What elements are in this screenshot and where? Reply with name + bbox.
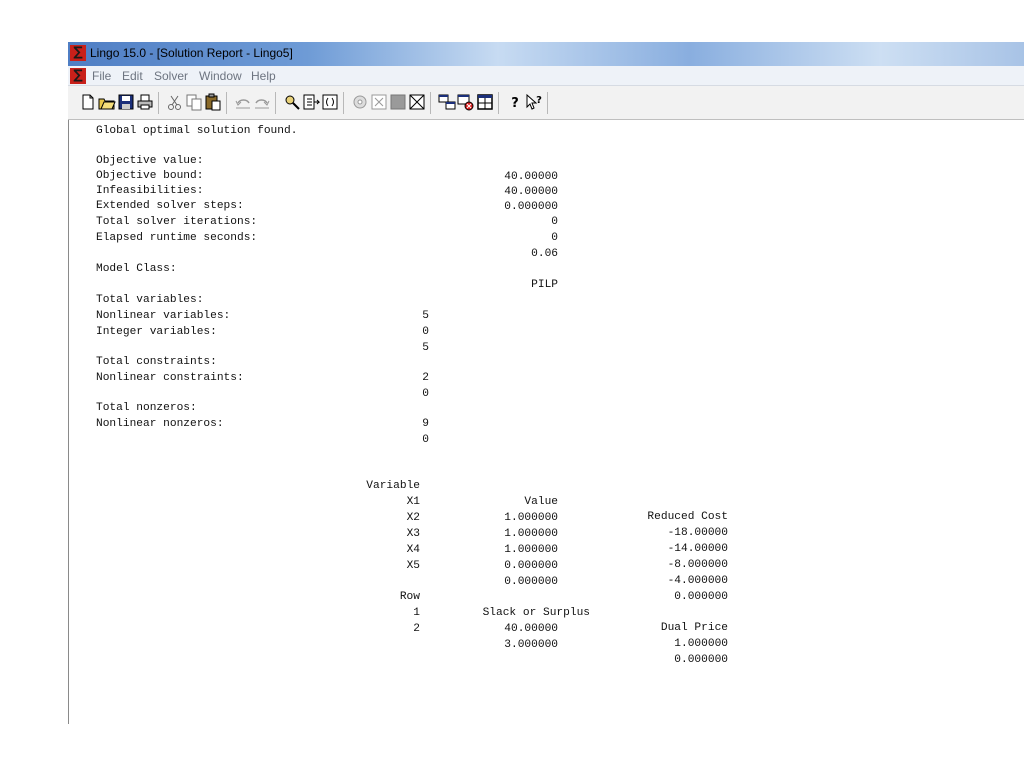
title-bar[interactable]: ∑ Lingo 15.0 - [Solution Report - Lingo5… (68, 42, 1024, 66)
svg-text:?: ? (536, 95, 542, 106)
svg-text:?: ? (511, 96, 519, 111)
model-class-label: Model Class: (96, 263, 177, 276)
undo-icon[interactable] (234, 93, 252, 111)
nonzeros-label: Nonlinear nonzeros: (96, 418, 224, 431)
save-icon[interactable] (117, 93, 135, 111)
toolbar-separator (498, 92, 499, 114)
nonzeros-row: Nonlinear nonzeros: 0 (96, 402, 796, 463)
stop-icon[interactable] (389, 93, 407, 111)
toolbar-separator (275, 92, 276, 114)
close-window-icon[interactable] (476, 93, 494, 111)
open-icon[interactable] (98, 93, 116, 111)
close-all-icon[interactable] (408, 93, 426, 111)
toolbar: ? ? (68, 86, 1024, 120)
copy-icon[interactable] (185, 93, 203, 111)
nonzeros-value: 0 (422, 433, 429, 446)
dual-price: 0.000000 (674, 653, 728, 666)
goto-line-icon[interactable] (302, 93, 321, 111)
help-icon[interactable]: ? (506, 93, 524, 111)
document-menu-icon[interactable]: ∑ (70, 68, 86, 84)
menu-solver[interactable]: Solver (154, 69, 188, 83)
toolbar-separator (547, 92, 548, 114)
constraints-label: Nonlinear constraints: (96, 372, 244, 385)
table-row: 2 3.000000 0.000000 (96, 607, 796, 683)
menu-help[interactable]: Help (251, 69, 276, 83)
window-title: Lingo 15.0 - [Solution Report - Lingo5] (90, 46, 293, 60)
solution-status: Global optimal solution found. (96, 125, 298, 137)
lingo-window: ∑ Lingo 15.0 - [Solution Report - Lingo5… (68, 42, 1024, 724)
match-paren-icon[interactable] (321, 93, 339, 111)
summary-label: Elapsed runtime seconds: (96, 232, 258, 245)
send-to-back-icon[interactable] (457, 93, 475, 111)
menu-bar: ∑ File Edit Solver Window Help (68, 66, 1024, 86)
variable-name: X5 (406, 560, 420, 573)
toolbar-separator (158, 92, 159, 114)
toolbar-separator (343, 92, 344, 114)
lingo-app-icon[interactable]: ∑ (70, 45, 86, 61)
editor-left-border (68, 120, 69, 724)
slack-or-surplus: 3.000000 (504, 638, 558, 651)
solve-icon[interactable] (351, 93, 369, 111)
new-icon[interactable] (79, 93, 97, 111)
find-icon[interactable] (283, 93, 301, 111)
menu-edit[interactable]: Edit (122, 69, 143, 83)
solution-icon[interactable] (370, 93, 388, 111)
variables-label: Integer variables: (96, 326, 217, 339)
cut-icon[interactable] (166, 93, 184, 111)
context-help-icon[interactable]: ? (525, 93, 543, 111)
redo-icon[interactable] (253, 93, 271, 111)
menu-file[interactable]: File (92, 69, 111, 83)
row-number: 2 (413, 623, 420, 636)
toolbar-separator (226, 92, 227, 114)
solution-report[interactable]: Global optimal solution found. Objective… (96, 122, 796, 722)
toolbar-separator (430, 92, 431, 114)
print-icon[interactable] (136, 93, 154, 111)
paste-icon[interactable] (204, 93, 222, 111)
tile-icon[interactable] (438, 93, 456, 111)
menu-window[interactable]: Window (199, 69, 242, 83)
